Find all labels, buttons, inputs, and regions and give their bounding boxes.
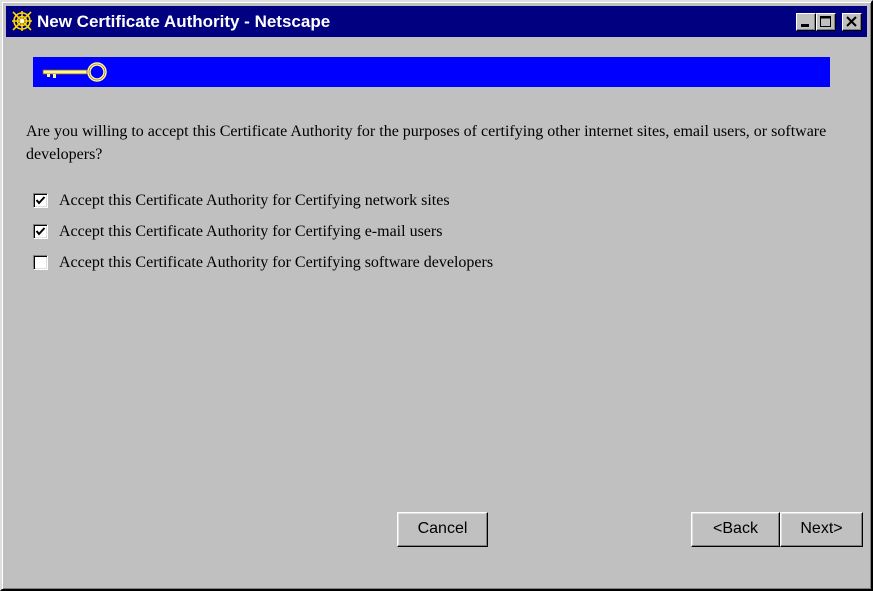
checkmark-icon (35, 227, 46, 236)
checkbox-software-developers[interactable] (33, 255, 48, 270)
checkbox-email-users[interactable] (33, 224, 48, 239)
netscape-spider-icon[interactable] (11, 10, 33, 32)
maximize-icon (820, 16, 831, 27)
checkmark-icon (35, 196, 46, 205)
cancel-button[interactable]: Cancel (397, 512, 488, 547)
back-button[interactable]: <Back (691, 512, 780, 547)
close-icon (846, 16, 857, 27)
option-label[interactable]: Accept this Certificate Authority for Ce… (59, 191, 450, 211)
header-banner (33, 57, 830, 87)
window-title: New Certificate Authority - Netscape (37, 12, 331, 31)
next-button[interactable]: Next> (780, 512, 863, 547)
maximize-button[interactable] (816, 13, 836, 31)
minimize-icon (801, 24, 809, 27)
close-button[interactable] (842, 13, 862, 31)
minimize-button[interactable] (796, 13, 816, 31)
option-label[interactable]: Accept this Certificate Authority for Ce… (59, 222, 442, 242)
key-icon (41, 62, 111, 87)
dialog-window: New Certificate Authority - Netscape Are… (0, 0, 873, 591)
checkbox-network-sites[interactable] (33, 193, 48, 208)
option-label[interactable]: Accept this Certificate Authority for Ce… (59, 253, 493, 273)
title-bar[interactable]: New Certificate Authority - Netscape (6, 6, 867, 37)
question-text: Are you willing to accept this Certifica… (26, 123, 827, 163)
